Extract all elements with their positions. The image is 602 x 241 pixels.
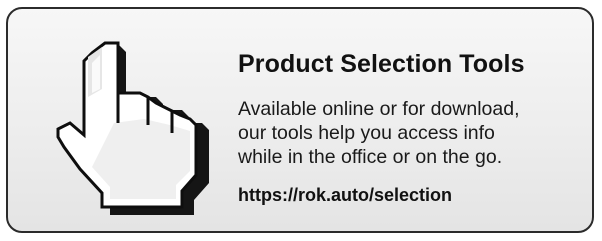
selection-tools-link[interactable]: https://rok.auto/selection [238, 183, 593, 207]
description-line: our tools help you access info [238, 122, 495, 144]
cursor-hand [56, 41, 198, 209]
card-title: Product Selection Tools [238, 50, 525, 78]
card-description: Available online or for download, our to… [238, 97, 593, 169]
description-line: Available online or for download, [238, 98, 520, 120]
pointing-hand-cursor-icon [56, 41, 209, 215]
card-content: Product Selection Tools Available online… [238, 49, 593, 207]
description-line: while in the office or on the go. [238, 146, 503, 168]
info-card: Product Selection Tools Available online… [6, 7, 594, 233]
